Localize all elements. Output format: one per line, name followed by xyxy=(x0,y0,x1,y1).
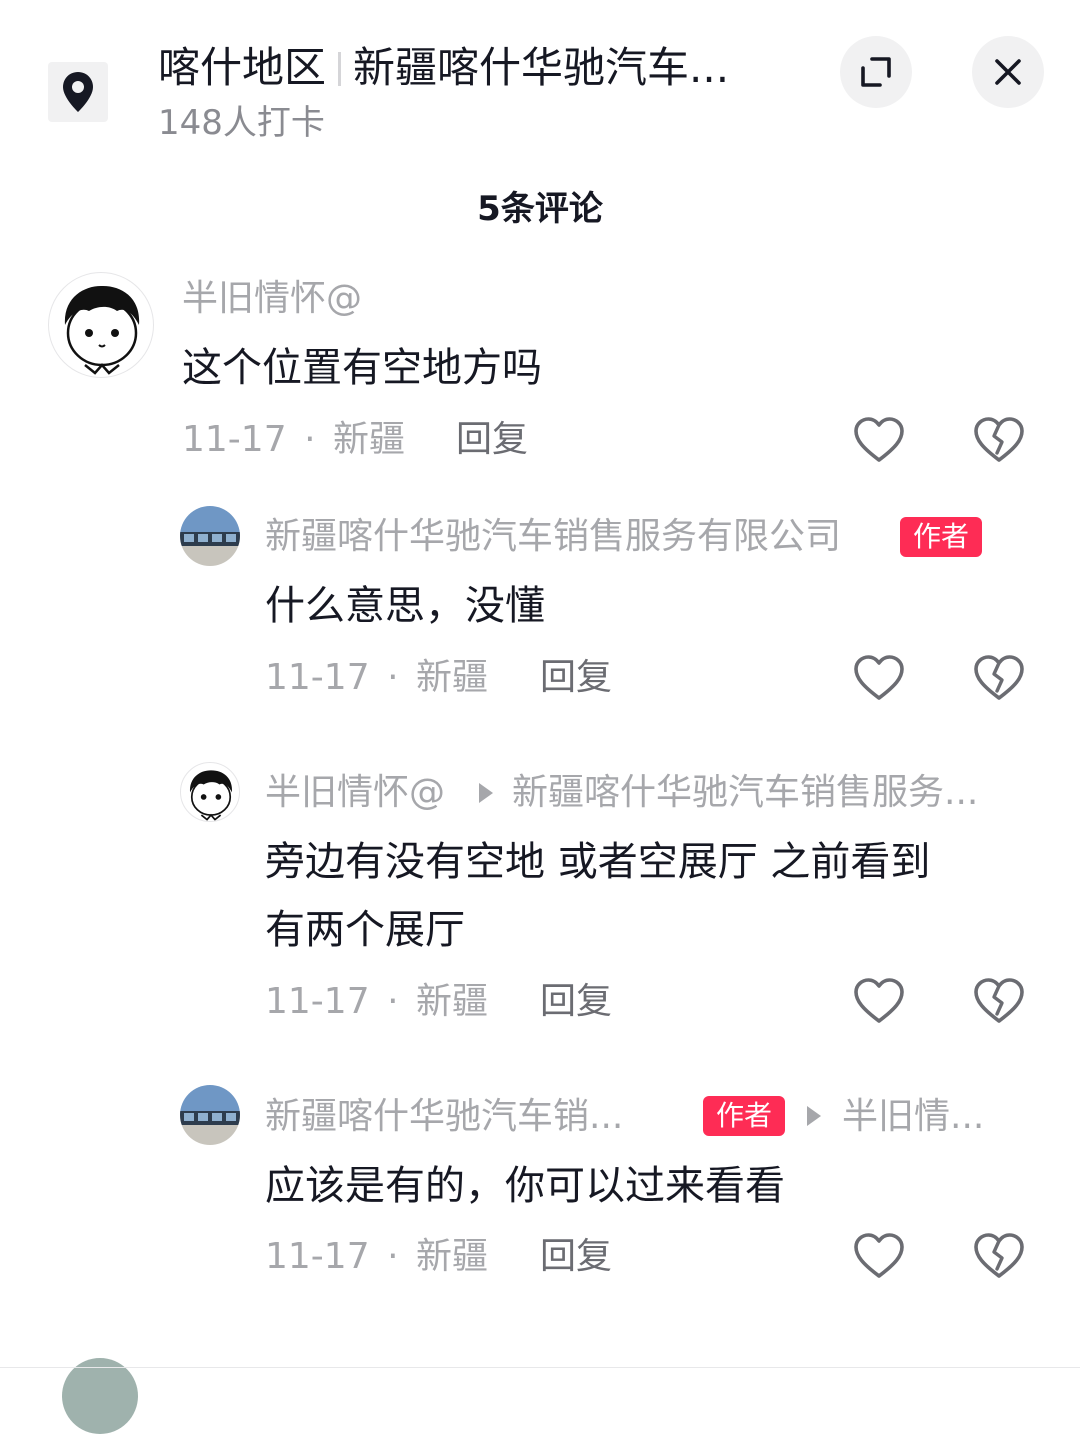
broken-heart-icon xyxy=(974,978,1024,1023)
comment-region: 新疆 xyxy=(332,419,405,460)
comment-region: 新疆 xyxy=(415,657,488,698)
reply-button[interactable]: 回复 xyxy=(540,655,612,701)
avatar[interactable] xyxy=(48,272,154,378)
avatar[interactable] xyxy=(180,762,240,822)
like-button[interactable] xyxy=(851,412,907,468)
location-title[interactable]: 喀什地区 新疆喀什华驰汽车... xyxy=(158,40,798,96)
comment-text: 应该是有的，你可以过来看看 xyxy=(265,1163,785,1209)
close-icon xyxy=(995,59,1021,85)
cartoon-boy-avatar-icon xyxy=(64,285,140,375)
avatar[interactable] xyxy=(180,506,240,566)
dislike-button[interactable] xyxy=(971,973,1027,1029)
comment-meta: 11-17 · 新疆 xyxy=(265,979,488,1025)
reply-button[interactable]: 回复 xyxy=(540,1234,612,1280)
like-button[interactable] xyxy=(851,650,907,706)
comment-meta: 11-17 · 新疆 xyxy=(265,655,488,701)
comment-text-line2: 有两个展厅 xyxy=(265,907,465,953)
broken-heart-icon xyxy=(974,1233,1024,1278)
bottom-divider xyxy=(0,1367,1080,1368)
comments-count-title: 5条评论 xyxy=(477,189,603,229)
comment-region: 新疆 xyxy=(415,1236,488,1277)
like-button[interactable] xyxy=(851,973,907,1029)
comments-panel: 喀什地区 新疆喀什华驰汽车... 148人打卡 5条评论 半旧情怀@ 这个位置有空… xyxy=(0,0,1080,1434)
reply-to-username[interactable]: 新疆喀什华驰汽车销售服务... xyxy=(512,770,1022,816)
comment-date: 11-17 xyxy=(265,657,370,698)
meta-dot: · xyxy=(387,1236,399,1277)
close-button[interactable] xyxy=(972,36,1044,108)
author-badge: 作者 xyxy=(703,1096,786,1136)
meta-dot: · xyxy=(304,419,316,460)
avatar[interactable] xyxy=(180,1085,240,1145)
comment-username[interactable]: 新疆喀什华驰汽车销... xyxy=(265,1094,685,1140)
comment-meta: 11-17 · 新疆 xyxy=(182,417,405,463)
reply-button[interactable]: 回复 xyxy=(456,417,528,463)
comment-text: 什么意思，没懂 xyxy=(265,583,545,629)
comment-text-line1: 旁边有没有空地 或者空展厅 之前看到 xyxy=(265,839,931,885)
showroom-photo-avatar-icon xyxy=(180,506,240,566)
comment-username[interactable]: 半旧情怀@ xyxy=(265,770,445,816)
heart-icon xyxy=(854,1233,904,1278)
comment-meta: 11-17 · 新疆 xyxy=(265,1234,488,1280)
showroom-photo-avatar-icon xyxy=(180,1085,240,1145)
dislike-button[interactable] xyxy=(971,650,1027,706)
comment-date: 11-17 xyxy=(182,419,287,460)
like-button[interactable] xyxy=(851,1228,907,1284)
map-pin-icon xyxy=(63,72,93,112)
author-badge: 作者 xyxy=(900,517,983,557)
comment-text: 这个位置有空地方吗 xyxy=(182,345,542,391)
comment-username[interactable]: 新疆喀什华驰汽车销售服务有限公司 xyxy=(265,514,841,560)
reply-arrow-icon xyxy=(479,783,493,803)
dislike-button[interactable] xyxy=(971,412,1027,468)
meta-dot: · xyxy=(387,657,399,698)
meta-dot: · xyxy=(387,981,399,1022)
comment-date: 11-17 xyxy=(265,981,370,1022)
location-icon-box[interactable] xyxy=(48,62,108,122)
expand-button[interactable] xyxy=(840,36,912,108)
heart-icon xyxy=(854,655,904,700)
comment-region: 新疆 xyxy=(415,981,488,1022)
reply-to-username[interactable]: 半旧情... xyxy=(842,1094,1022,1140)
heart-icon xyxy=(854,417,904,462)
title-separator xyxy=(338,52,342,86)
location-name: 喀什地区 xyxy=(158,43,327,92)
reply-button[interactable]: 回复 xyxy=(540,979,612,1025)
checkin-count: 148人打卡 xyxy=(158,103,325,143)
expand-icon xyxy=(861,57,891,87)
comment-date: 11-17 xyxy=(265,1236,370,1277)
reply-arrow-icon xyxy=(807,1106,821,1126)
business-name: 新疆喀什华驰汽车... xyxy=(353,43,730,92)
broken-heart-icon xyxy=(974,655,1024,700)
comment-username[interactable]: 半旧情怀@ xyxy=(182,276,362,322)
dislike-button[interactable] xyxy=(971,1228,1027,1284)
next-comment-avatar[interactable] xyxy=(62,1358,138,1434)
cartoon-boy-avatar-icon xyxy=(189,770,233,821)
heart-icon xyxy=(854,978,904,1023)
broken-heart-icon xyxy=(974,417,1024,462)
